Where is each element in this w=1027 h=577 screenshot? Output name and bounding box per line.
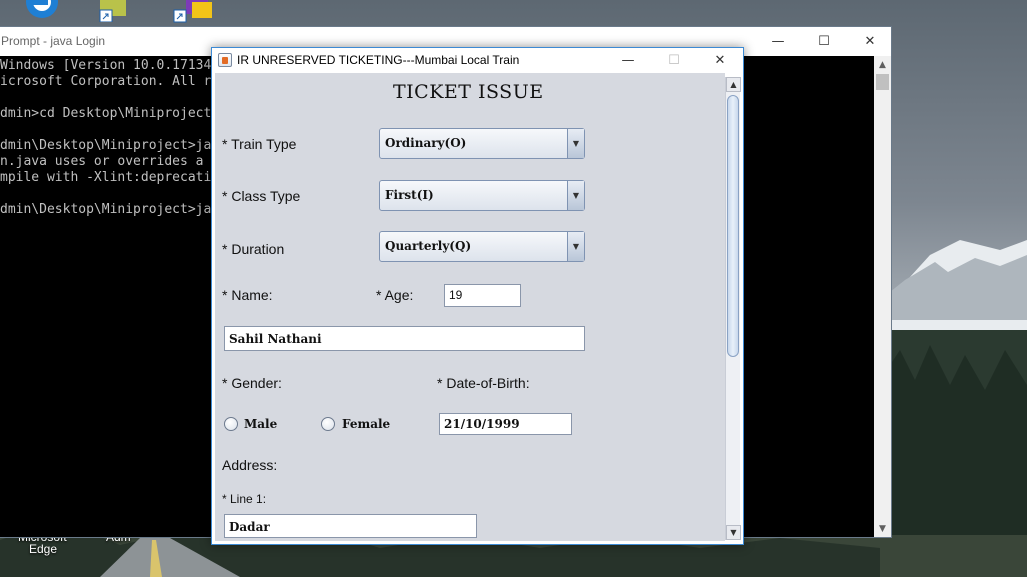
chevron-down-icon[interactable]: ▼ [567,232,584,261]
minimize-button[interactable]: — [605,48,651,73]
page-title: TICKET ISSUE [393,81,544,103]
gender-female-radio[interactable] [321,417,335,431]
maximize-icon: ☐ [818,34,830,49]
address-label: Address: [222,457,278,473]
gender-male-radio[interactable] [224,417,238,431]
name-input[interactable]: Sahil Nathani [224,326,585,351]
address-line1-input[interactable]: Dadar [224,514,477,538]
desktop-label-edge[interactable]: Edge [29,542,57,556]
cmd-window-title: Prompt - java Login [1,34,106,48]
train-type-label: * Train Type [222,136,297,152]
app-titlebar[interactable]: IR UNRESERVED TICKETING---Mumbai Local T… [212,48,743,73]
minimize-icon: — [621,53,635,68]
maximize-button[interactable]: ☐ [801,27,847,56]
minimize-button[interactable]: — [755,27,801,56]
gender-female-label[interactable]: Female [342,417,390,431]
class-type-value: First(I) [385,188,434,202]
dob-input[interactable]: 21/10/1999 [439,413,572,435]
minimize-icon: — [771,34,785,49]
desktop-shortcut-icon[interactable] [170,0,214,24]
scroll-thumb[interactable] [876,74,889,90]
train-type-select[interactable]: Ordinary(O) ▼ [379,128,585,159]
scroll-down-icon[interactable]: ▼ [726,525,741,540]
cmd-scrollbar[interactable]: ▲ ▼ [874,56,891,537]
close-icon: ✕ [864,34,876,49]
duration-value: Quarterly(Q) [385,239,472,253]
form-scrollbar[interactable]: ▲ ▼ [725,77,741,540]
maximize-button[interactable]: ☐ [651,48,697,73]
chevron-down-icon[interactable]: ▼ [567,129,584,158]
desktop-shortcut-icon[interactable] [96,0,130,23]
train-type-value: Ordinary(O) [385,136,467,150]
class-type-label: * Class Type [222,188,301,204]
close-button[interactable]: ✕ [697,48,743,73]
chevron-down-icon[interactable]: ▼ [567,181,584,210]
scroll-thumb[interactable] [727,95,739,357]
class-type-select[interactable]: First(I) ▼ [379,180,585,211]
gender-male-label[interactable]: Male [244,417,277,431]
age-input[interactable]: 19 [444,284,521,307]
maximize-icon: ☐ [668,53,680,68]
close-icon: ✕ [714,53,726,68]
ticketing-window[interactable]: IR UNRESERVED TICKETING---Mumbai Local T… [211,47,744,545]
duration-label: * Duration [222,241,285,257]
scroll-up-icon[interactable]: ▲ [726,77,741,92]
age-label: * Age: [376,287,414,303]
ticket-form: TICKET ISSUE * Train Type Ordinary(O) ▼ … [215,73,725,541]
scroll-down-icon[interactable]: ▼ [874,520,891,537]
close-button[interactable]: ✕ [847,27,893,56]
desktop-app-icon[interactable] [22,0,62,22]
java-app-icon [218,53,232,67]
dob-label: * Date-of-Birth: [437,375,530,391]
name-label: * Name: [222,287,273,303]
duration-select[interactable]: Quarterly(Q) ▼ [379,231,585,262]
address-line1-label: * Line 1: [222,492,267,506]
app-window-title: IR UNRESERVED TICKETING---Mumbai Local T… [237,53,520,67]
gender-label: * Gender: [222,375,282,391]
scroll-up-icon[interactable]: ▲ [874,56,891,73]
